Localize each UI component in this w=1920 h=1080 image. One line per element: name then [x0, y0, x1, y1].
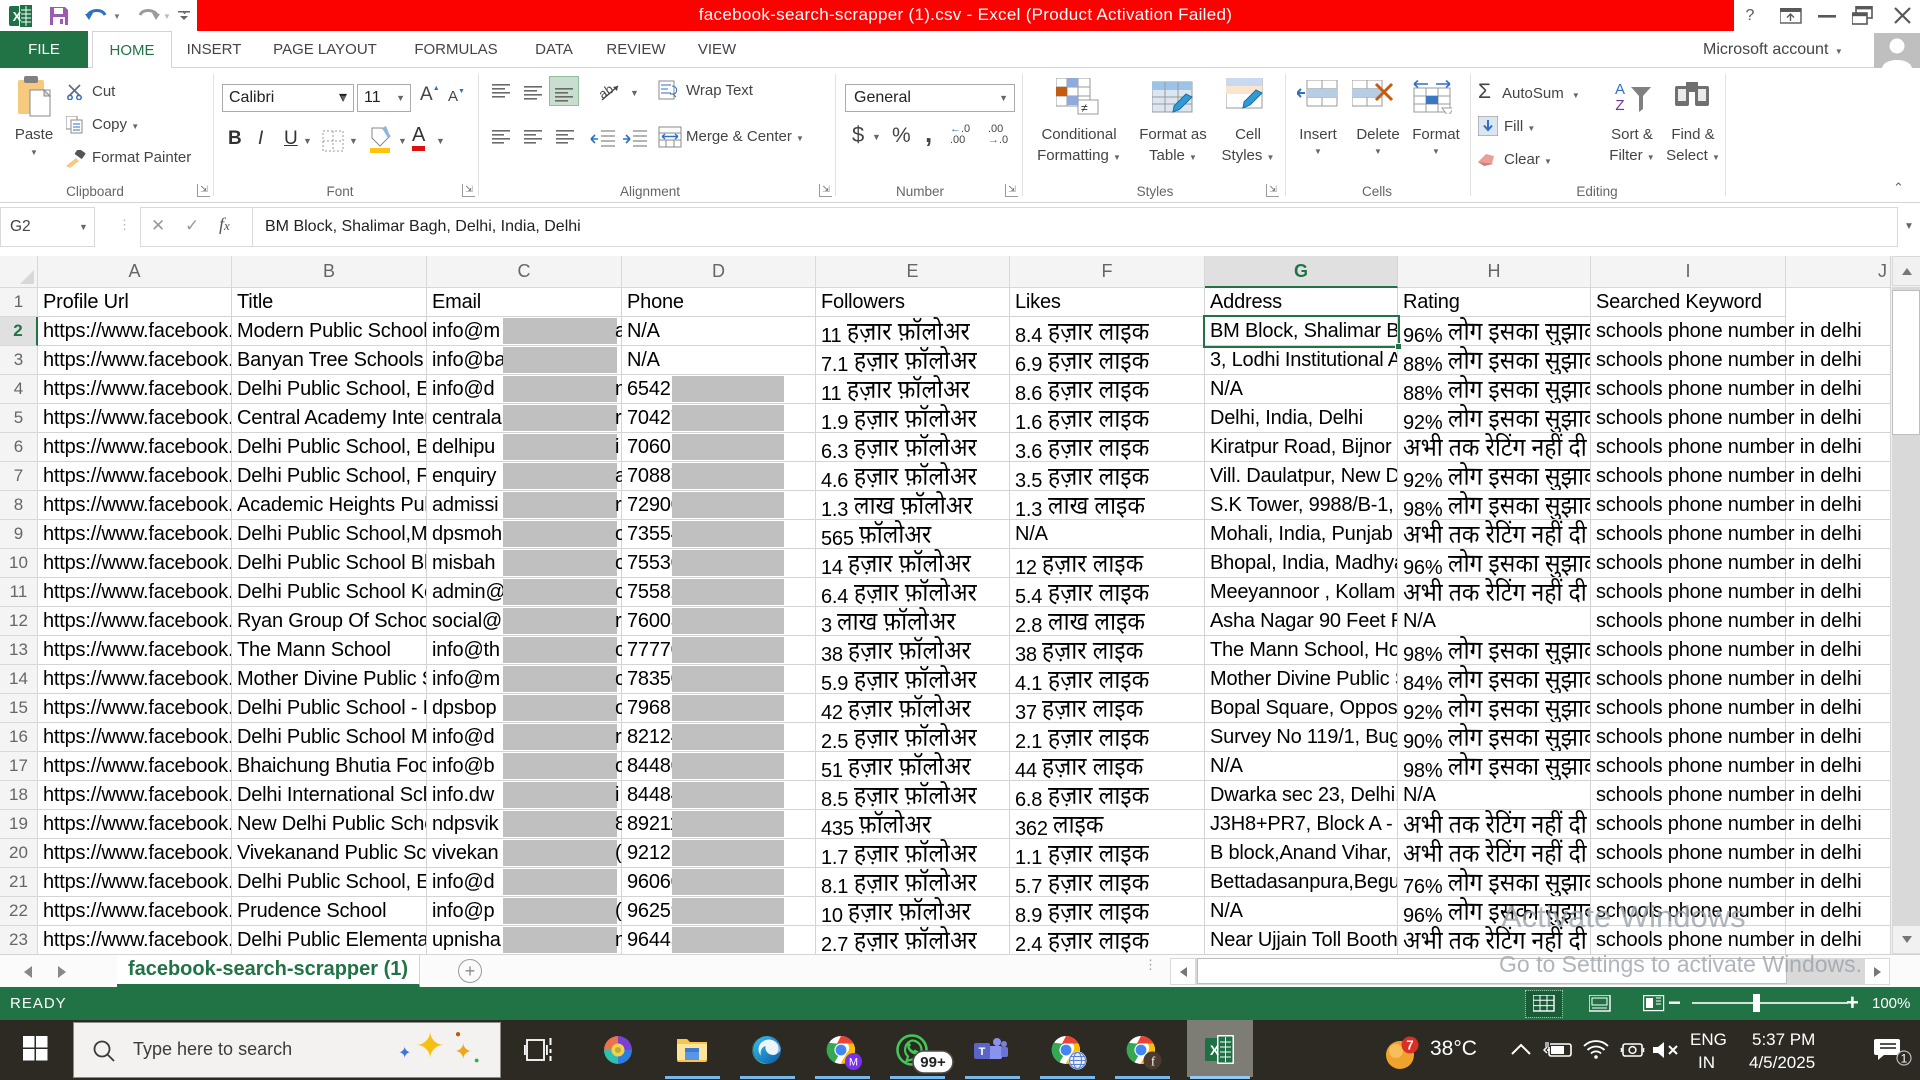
svg-text:f: f [1151, 1054, 1156, 1069]
svg-text:7: 7 [1406, 1038, 1413, 1053]
svg-text:T: T [979, 1046, 986, 1058]
svg-text:M: M [849, 1057, 858, 1069]
svg-text:X: X [1210, 1042, 1220, 1058]
svg-text:99+: 99+ [920, 1054, 946, 1071]
svg-text:1: 1 [1901, 1052, 1908, 1066]
